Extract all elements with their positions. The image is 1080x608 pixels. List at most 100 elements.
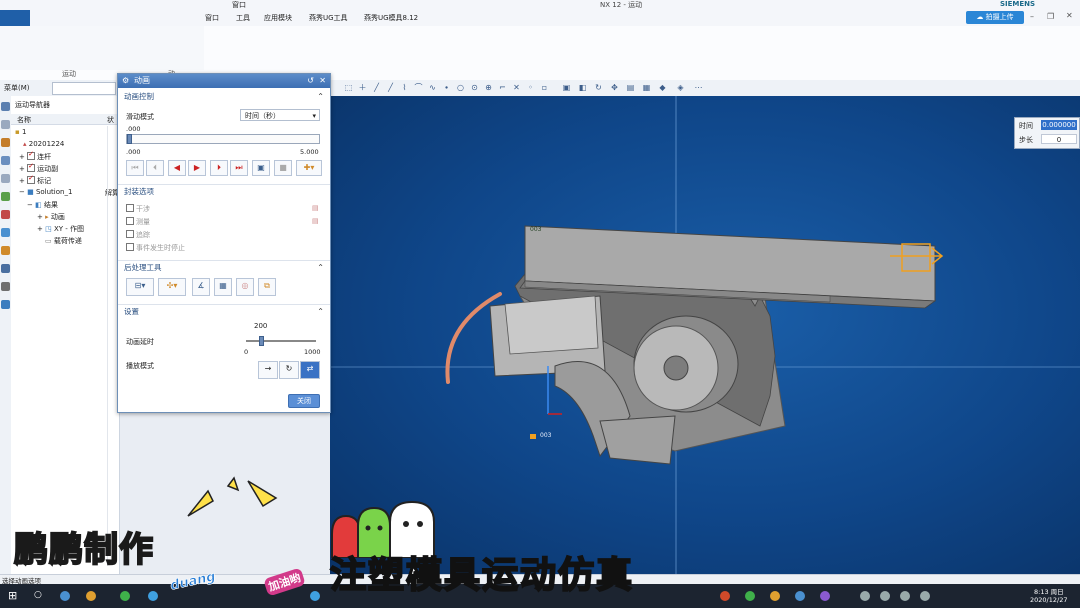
tree-row-animation[interactable]: + ▸ 动画 [37,212,65,222]
line-icon-2[interactable]: ╱ [386,83,395,92]
record-tool-icon[interactable]: ◎ [236,278,254,296]
app-icon-1[interactable] [720,591,730,601]
taskview-icon[interactable] [60,591,70,601]
export-tool-icon[interactable]: ⧉ [258,278,276,296]
section-animation-control[interactable]: 动画控制 ⌃ [118,90,330,104]
checkbox-icon[interactable] [126,204,134,212]
trace-tool-icon[interactable]: ⊟▾ [126,278,154,296]
windows-start-icon[interactable]: ⊞ [8,589,17,602]
slider-thumb[interactable] [127,134,132,144]
column-name[interactable]: 名称 [17,115,31,125]
polyline-icon[interactable]: ⌇ [400,83,409,92]
ping-pong-icon[interactable]: ⇄ [300,361,320,379]
point-icon[interactable]: ∙ [442,83,451,92]
tangent-icon[interactable]: ⌐ [498,83,507,92]
speed-slider[interactable] [246,336,316,346]
navigator-tab-icon[interactable] [1,102,10,111]
search-icon[interactable]: ○ [34,590,42,600]
checkbox-icon[interactable] [126,243,134,251]
tree-row-sim[interactable]: ▴ 20201224 [23,140,64,148]
tray-icon-2[interactable] [880,591,890,601]
snapshot-icon[interactable]: ✚▾ [296,160,322,176]
assembly-tab-icon[interactable] [1,120,10,129]
menu-applications[interactable]: 应用模块 [264,13,292,23]
column-status[interactable]: 状 [107,115,114,125]
app-icon-5[interactable] [820,591,830,601]
close-button[interactable]: 关闭 [288,394,320,408]
web-tab-icon[interactable] [1,228,10,237]
constraint-tab-icon[interactable] [1,138,10,147]
intersect-icon[interactable]: ✕ [512,83,521,92]
layer-icon[interactable]: ▤ [626,83,635,92]
midpoint-icon[interactable]: ◦ [526,83,535,92]
menu-yanxiu-mold[interactable]: 燕秀UG模具8.12 [364,13,418,23]
loop-icon[interactable]: ↻ [279,361,299,379]
tray-icon-4[interactable] [920,591,930,601]
view-icon[interactable]: ▣ [562,83,571,92]
roles-tab-icon[interactable] [1,210,10,219]
fast-forward-end-icon[interactable]: ⏭ [230,160,248,176]
circle-icon[interactable]: ○ [456,83,465,92]
rewind-start-icon[interactable]: ⏮ [126,160,144,176]
time-slider[interactable] [126,134,320,144]
app-icon-3[interactable] [770,591,780,601]
nx-icon[interactable] [310,591,320,601]
measure-tool-icon[interactable]: ∡ [192,278,210,296]
explorer-icon[interactable] [86,591,96,601]
minimize-icon[interactable]: – [1030,12,1034,21]
reset-icon[interactable]: ↺ [307,74,314,88]
center-icon[interactable]: ⊙ [470,83,479,92]
options-tab-icon[interactable] [1,282,10,291]
rotate-icon[interactable]: ↻ [594,83,603,92]
section-settings[interactable]: 设置 ⌃ [118,304,330,318]
stop-icon[interactable]: ■ [274,160,292,176]
checkbox-icon[interactable] [27,150,36,160]
history-tab-icon[interactable] [1,174,10,183]
app-icon-2[interactable] [745,591,755,601]
tree-row-solution[interactable]: − ■ Solution_1 [19,188,72,196]
section-post-tools[interactable]: 后处理工具 ⌃ [118,260,330,274]
wechat-icon[interactable] [120,591,130,601]
menu-window[interactable]: 窗口 [205,13,219,23]
explode-tool-icon[interactable]: ✣▾ [158,278,186,296]
restore-icon[interactable]: ❐ [1047,12,1054,21]
menu-yanxiu-tools[interactable]: 燕秀UG工具 [309,13,348,23]
options-icon[interactable]: ▤ [312,204,319,212]
cube-icon[interactable]: ◈ [676,83,685,92]
option-interference[interactable]: 干涉 [126,204,150,214]
play-icon[interactable]: ▶ [188,160,206,176]
slider-thumb[interactable] [259,336,264,346]
face-icon[interactable]: ▫ [540,83,549,92]
tree-row-joints[interactable]: + 运动副 [19,162,58,174]
section-envelope-options[interactable]: 封装选项 [118,184,330,198]
step-forward-icon[interactable]: ⏵ [210,160,228,176]
more-icon[interactable]: ⋯ [694,83,703,92]
upload-button[interactable]: ☁ 拍摄上传 [966,11,1024,24]
graph-tool-icon[interactable]: ▦ [214,278,232,296]
option-stop-on-event[interactable]: 事件发生时停止 [126,243,185,253]
option-trace[interactable]: 追踪 [126,230,150,240]
options-icon-2[interactable]: ▤ [312,217,319,225]
app-icon-4[interactable] [795,591,805,601]
shade-icon[interactable]: ◆ [658,83,667,92]
tree-row-xy-graph[interactable]: + ◳ XY - 作图 [37,224,84,234]
tree-row-root[interactable]: ▪ 1 [15,128,26,136]
tree-row-links[interactable]: + 连杆 [19,150,51,162]
close-icon[interactable]: ✕ [1066,11,1073,20]
close-icon[interactable]: ✕ [319,74,326,88]
checkbox-icon[interactable] [27,174,36,184]
tree-row-markers[interactable]: + 标记 [19,174,51,186]
export-icon[interactable]: ▣ [252,160,270,176]
menu-dropdown[interactable]: 菜单(M) [4,83,30,93]
menu-tools[interactable]: 工具 [236,13,250,23]
part-tab-icon[interactable] [1,156,10,165]
pan-icon[interactable]: ✥ [610,83,619,92]
grid-icon[interactable]: ▦ [642,83,651,92]
tray-icon-3[interactable] [900,591,910,601]
dialog-titlebar[interactable]: ⚙ 动画 ↺ ✕ [118,74,330,88]
reuse-tab-icon[interactable] [1,192,10,201]
play-once-icon[interactable]: → [258,361,278,379]
system-tab-icon[interactable] [1,246,10,255]
quadrant-icon[interactable]: ⊕ [484,83,493,92]
tray-icon-1[interactable] [860,591,870,601]
